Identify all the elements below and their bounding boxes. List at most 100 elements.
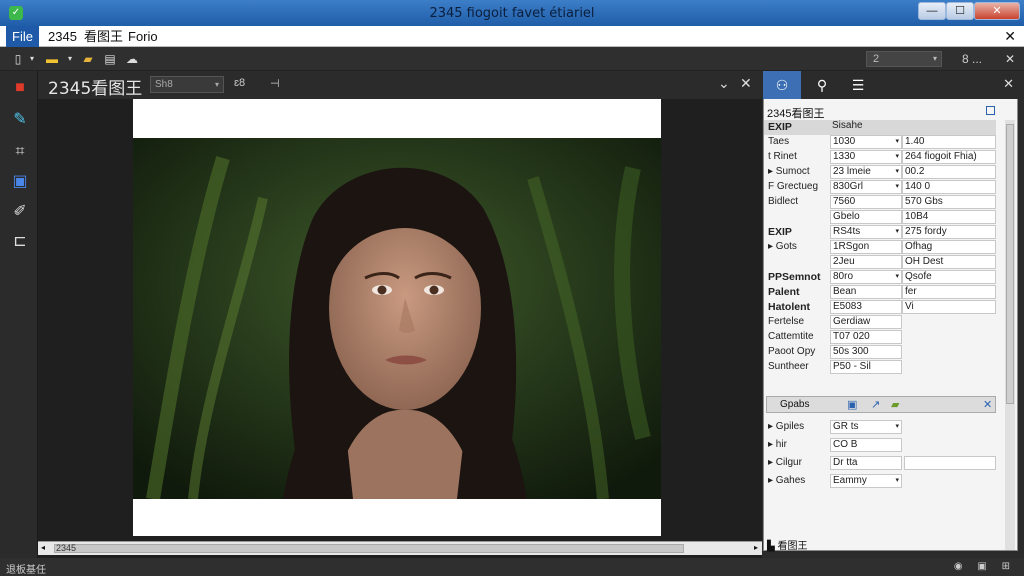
exif-value[interactable]: 1030 ▾ (830, 135, 902, 149)
share-icon[interactable]: ☁ (124, 51, 140, 67)
exif-key: Bidlect (768, 196, 799, 207)
status-icons[interactable]: ◉ ▣ ⊞ (954, 561, 1016, 572)
exif-value-2[interactable]: Vi (902, 300, 996, 314)
list-icon[interactable]: ☰ (839, 71, 877, 99)
exif-value[interactable]: T07 020 (830, 330, 902, 344)
exif-value[interactable]: 80ro ▾ (830, 270, 902, 284)
exif-value[interactable]: RS4ts ▾ (830, 225, 902, 239)
document-select[interactable]: Sh8 ▾ (150, 76, 224, 93)
exif-value[interactable]: 830Grl ▾ (830, 180, 902, 194)
exif-row: EXIP Sisahe (764, 120, 996, 135)
dropdown-arrow-icon[interactable]: ▾ (62, 51, 78, 67)
section-close-icon[interactable]: ✕ (983, 398, 992, 411)
scroll-right-icon[interactable]: ▸ (754, 543, 758, 552)
zoom-select[interactable]: 2 ▾ (866, 51, 942, 67)
exif-row: Palent Bean fer (764, 285, 996, 300)
document-collapse-icon[interactable]: ⌄ (718, 75, 730, 92)
panel-vertical-scrollbar[interactable] (1005, 120, 1015, 550)
option-value[interactable]: CO B (830, 438, 902, 452)
chevron-down-icon: ▾ (895, 273, 899, 280)
toolbar-right-text[interactable]: 8 ... (952, 51, 992, 67)
edit-icon[interactable]: ↗ (871, 398, 880, 411)
exif-value-2[interactable]: Ofhag (902, 240, 996, 254)
open-folder-icon[interactable]: ▬ (44, 51, 60, 67)
exif-value-2[interactable]: fer (902, 285, 996, 299)
exif-key: Paoot Opy (768, 346, 816, 357)
exif-value[interactable]: 1330 ▾ (830, 150, 902, 164)
save-icon[interactable]: ▣ (847, 398, 857, 411)
select-tool-icon[interactable]: ■ (9, 77, 31, 99)
exif-value-text: T07 020 (833, 331, 870, 342)
exif-value[interactable]: Gbelo (830, 210, 902, 224)
toolbar-close-icon[interactable]: ✕ (1002, 51, 1018, 67)
close-window-button[interactable]: ✕ (974, 2, 1020, 20)
exif-key: Taes (768, 136, 790, 147)
scroll-label: 2345 (56, 543, 77, 553)
option-value[interactable]: Dr tta (830, 456, 902, 470)
layout-tool-icon[interactable]: ⊏ (9, 231, 31, 253)
exif-value[interactable]: Bean (830, 285, 902, 299)
exif-value-2[interactable]: OH Dest (902, 255, 996, 269)
panel-close-icon[interactable]: ✕ (1003, 76, 1014, 92)
edit-tool-icon[interactable]: ✎ (9, 109, 31, 131)
exif-value-2[interactable]: 275 fordy (902, 225, 996, 239)
frame-tool-icon[interactable]: ▣ (9, 171, 31, 193)
exif-value[interactable]: Sisahe (830, 120, 902, 134)
minimize-button[interactable]: — (918, 2, 946, 20)
section-header[interactable]: Gpabs ▣ ↗ ▰ ✕ (766, 396, 996, 413)
exif-value[interactable]: P50 - Sil (830, 360, 902, 374)
exif-value[interactable]: Gerdiaw (830, 315, 902, 329)
menu-forio[interactable]: Forio (122, 26, 164, 47)
brush-tool-icon[interactable]: ✐ (9, 201, 31, 223)
exif-row: Cattemtite T07 020 (764, 330, 996, 345)
option-value[interactable]: GR ts ▾ (830, 420, 902, 434)
exif-value-2[interactable]: 10B4 (902, 210, 996, 224)
option-value[interactable]: Eammy ▾ (830, 474, 902, 488)
exif-value-text: 1030 (833, 136, 856, 147)
print-icon[interactable]: ▤ (102, 51, 118, 67)
users-icon[interactable]: ⚇ (763, 71, 801, 99)
document-header: 2345看图王 Sh8 ▾ ɛ8 ⊣ ⌄ ✕ (38, 71, 762, 99)
exif-value-2[interactable]: 140 0 (902, 180, 996, 194)
document-option-a[interactable]: ɛ8 (234, 77, 245, 89)
scroll-thumb[interactable] (54, 544, 684, 553)
exif-value[interactable]: 7560 (830, 195, 902, 209)
document-option-b[interactable]: ⊣ (270, 77, 280, 90)
option-row: ▸ hir CO B (764, 438, 1000, 453)
exif-value-2[interactable]: 264 fiogoit Fhia) (902, 150, 996, 164)
menu-close-icon[interactable]: ✕ (1004, 28, 1016, 45)
folder-icon[interactable]: ▰ (80, 51, 96, 67)
exif-value[interactable]: 50s 300 (830, 345, 902, 359)
chevron-down-icon: ▾ (895, 423, 899, 430)
folder-icon[interactable]: ▰ (891, 398, 899, 411)
crop-tool-icon[interactable]: ⌗ (9, 141, 31, 163)
scroll-left-icon[interactable]: ◂ (41, 543, 45, 552)
exif-value-2[interactable]: 570 Gbs (902, 195, 996, 209)
exif-value-2[interactable]: Qsofe (902, 270, 996, 284)
dropdown-arrow-icon[interactable]: ▾ (24, 51, 40, 67)
option-extra-field[interactable] (904, 456, 996, 470)
pin-icon: ▙ (767, 541, 778, 552)
image-canvas[interactable] (133, 99, 661, 536)
maximize-button[interactable]: ☐ (946, 2, 974, 20)
exif-value[interactable]: 2Jeu (830, 255, 902, 269)
exif-value-2[interactable]: 1.40 (902, 135, 996, 149)
exif-row: ▸ Sumoct 23 lmeie ▾ 00.2 (764, 165, 996, 180)
exif-value-text: Gbelo (833, 211, 860, 222)
document-close-icon[interactable]: ✕ (740, 75, 752, 92)
exif-value-text: 80ro (833, 271, 854, 282)
exif-value[interactable]: 23 lmeie ▾ (830, 165, 902, 179)
exif-value-text: E5083 (833, 301, 862, 312)
horizontal-scrollbar[interactable]: ◂ 2345 ▸ (38, 541, 762, 555)
exif-value-text: 1330 (833, 151, 856, 162)
menu-file[interactable]: File (6, 26, 39, 47)
exif-value-2[interactable]: 00.2 (902, 165, 996, 179)
panel-restore-icon[interactable] (986, 106, 995, 115)
title-bar[interactable]: ✓ 2345 fiogoit favet étiariel — ☐ ✕ (0, 0, 1024, 26)
exif-value[interactable]: E5083 (830, 300, 902, 314)
scroll-thumb[interactable] (1006, 124, 1014, 404)
app-window: ✓ 2345 fiogoit favet étiariel — ☐ ✕ File… (0, 0, 1024, 576)
search-icon[interactable]: ⚲ (803, 71, 841, 99)
exif-value[interactable]: 1RSgon (830, 240, 902, 254)
menu-2345[interactable]: 2345 (42, 26, 83, 47)
